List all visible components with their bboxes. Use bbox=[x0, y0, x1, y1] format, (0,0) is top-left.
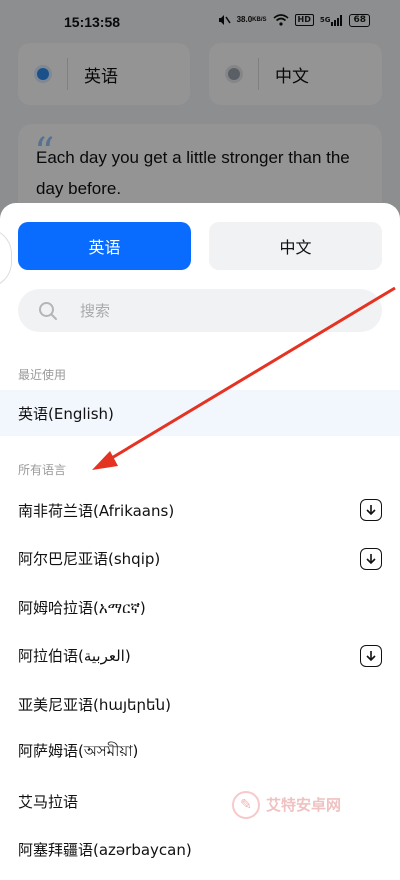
language-label: 艾马拉语 bbox=[18, 792, 79, 811]
search-bar[interactable] bbox=[18, 289, 382, 332]
language-label: 阿拉伯语(العربية) bbox=[18, 647, 131, 666]
language-item[interactable]: 阿尔巴尼亚语(shqip) bbox=[0, 535, 400, 584]
watermark-logo-icon: ✎ bbox=[232, 791, 260, 819]
tab-source-language[interactable]: 英语 bbox=[18, 222, 191, 270]
recent-language-item[interactable]: 英语(English) bbox=[0, 390, 400, 436]
language-label: 阿萨姆语(অসমীয়া) bbox=[18, 742, 139, 761]
language-label: 阿尔巴尼亚语(shqip) bbox=[18, 550, 161, 569]
all-languages-header: 所有语言 bbox=[18, 463, 67, 477]
language-item[interactable]: 阿萨姆语(অসমীয়া) bbox=[0, 729, 400, 778]
search-icon bbox=[39, 301, 57, 320]
language-label: 阿姆哈拉语(አማርኛ) bbox=[18, 598, 146, 617]
download-icon[interactable] bbox=[360, 644, 382, 667]
language-item[interactable]: 阿塞拜疆语(azərbaycan) bbox=[0, 826, 400, 875]
recent-section-header: 最近使用 bbox=[18, 368, 67, 382]
language-label: 亚美尼亚语(հայերեն) bbox=[18, 695, 171, 714]
language-item[interactable]: 阿拉伯语(العربية) bbox=[0, 632, 400, 681]
download-icon[interactable] bbox=[360, 547, 382, 570]
language-label: 阿塞拜疆语(azərbaycan) bbox=[18, 841, 192, 860]
language-item[interactable]: 阿姆哈拉语(አማርኛ) bbox=[0, 583, 400, 632]
language-item[interactable]: 南非荷兰语(Afrikaans) bbox=[0, 486, 400, 535]
download-icon[interactable] bbox=[360, 499, 382, 522]
language-picker-sheet: 英语 中文 最近使用 英语(English) 所有语言 南非荷兰语(Afrika… bbox=[0, 203, 400, 880]
language-label: 南非荷兰语(Afrikaans) bbox=[18, 501, 175, 520]
watermark: ✎ 艾特安卓网 bbox=[232, 791, 341, 819]
language-item[interactable]: 亚美尼亚语(հայերեն) bbox=[0, 680, 400, 729]
search-input[interactable] bbox=[80, 301, 340, 320]
tab-target-language[interactable]: 中文 bbox=[209, 222, 382, 270]
watermark-text: 艾特安卓网 bbox=[266, 795, 342, 814]
